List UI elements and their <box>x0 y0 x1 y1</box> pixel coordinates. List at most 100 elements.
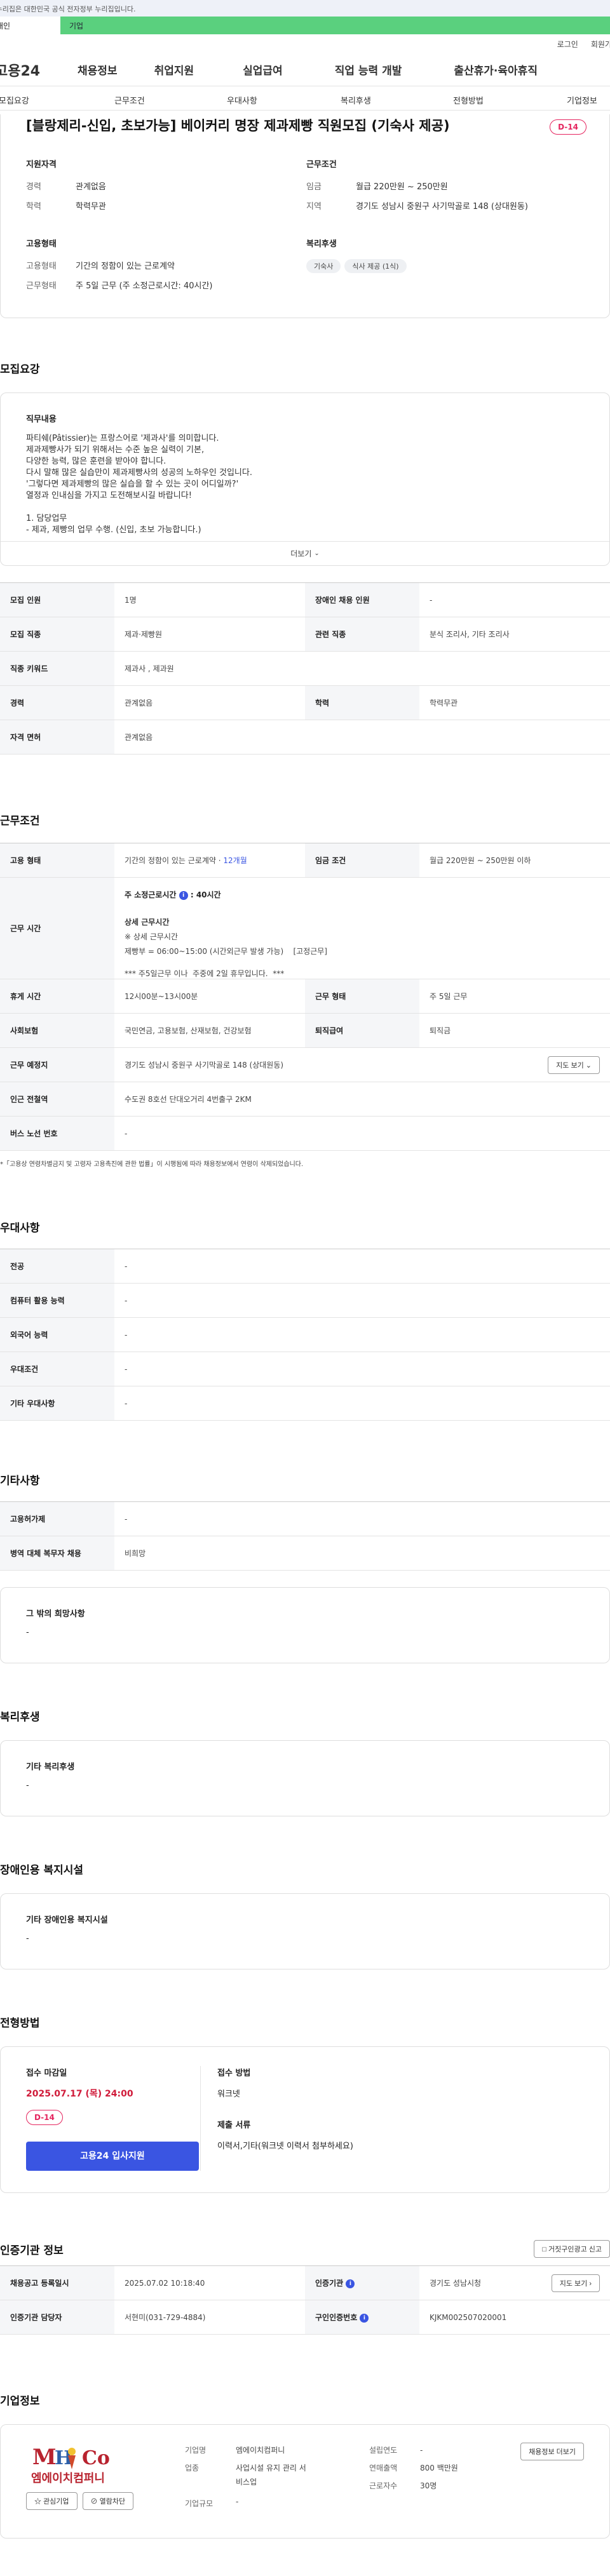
table-row: 인근 전철역 수도권 8호선 단대오거리 4번출구 2KM <box>0 1082 610 1117</box>
job-desc-line: '그렇다면 제과제빵의 많은 실습을 할 수 있는 곳이 어디일까?' <box>26 480 239 489</box>
gnb-item-training[interactable]: 직업 능력 개발 <box>335 62 402 77</box>
table-row: 전공 - <box>0 1249 610 1284</box>
agency-map-button[interactable]: 지도 보기 › <box>551 2274 600 2292</box>
gnb-item-jobs[interactable]: 채용정보 <box>78 62 118 77</box>
apply-button[interactable]: 고용24 입사지원 <box>26 2142 199 2171</box>
others-section: 기타사항 고용허가제 - 병역 대체 복무자 채용 비희망 그 밖의 희망사항 - <box>0 1472 610 1663</box>
region-value: 경기도 성남시 중원구 사기막골로 148 (상대원동) <box>356 202 528 211</box>
tab-personal[interactable]: 개인 <box>0 17 60 34</box>
table-cell: 국민연금, 고용보험, 산재보험, 건강보험 <box>114 1013 305 1048</box>
table-row: 컴퓨터 활용 능력 - <box>0 1283 610 1318</box>
job-desc-line: - 제과, 제빵의 업무 수행. (신입, 초보 가능합니다.) <box>26 525 201 535</box>
disability-value: - <box>26 1934 29 1943</box>
table-cell: - <box>114 1116 610 1151</box>
chevron-right-icon: › <box>589 2279 592 2288</box>
table-row: 버스 노선 번호 - <box>0 1116 610 1151</box>
company-jobs-button[interactable]: 채용정보 더보기 <box>520 2443 584 2460</box>
table-cell: 관계없음 <box>114 720 610 755</box>
report-button[interactable]: □ 거짓구인광고 신고 <box>534 2240 610 2258</box>
auth-title: 인증기관 정보 <box>0 2244 64 2257</box>
global-nav: 고용24 채용정보 취업지원 실업급여 직업 능력 개발 출산휴가·육아휴직 <box>0 53 610 86</box>
more-label: 더보기 <box>290 549 312 558</box>
section-nav: 모집요강 근무조건 우대사항 복리후생 전형방법 기업정보 <box>0 86 610 111</box>
subnav-conditions[interactable]: 근무조건 <box>114 94 145 106</box>
gnb-item-leave[interactable]: 출산휴가·육아휴직 <box>454 62 538 77</box>
table-header-cell: 근무 형태 <box>305 979 419 1014</box>
table-header-cell: 관련 직종 <box>305 617 419 652</box>
sales-label: 연매출액 <box>369 2464 398 2472</box>
table-row: 기타 우대사항 - <box>0 1386 610 1421</box>
gnb-item-support[interactable]: 취업지원 <box>154 62 194 77</box>
table-header-cell: 퇴직급여 <box>305 1013 419 1048</box>
subnav-recruit[interactable]: 모집요강 <box>0 94 29 106</box>
block-company-button[interactable]: ⊘ 열람차단 <box>82 2492 134 2510</box>
more-button[interactable]: 더보기 ⌄ <box>1 541 609 565</box>
table-header-cell: 경력 <box>0 685 114 720</box>
table-row: 경력 관계없음 학력 학력무관 <box>0 685 610 720</box>
login-link[interactable]: 로그인 <box>557 39 578 50</box>
scale-label: 기업규모 <box>185 2499 214 2508</box>
table-header-cell: 모집 직종 <box>0 617 114 652</box>
workers-value: 30명 <box>420 2481 437 2490</box>
help-icon[interactable]: i <box>360 2313 369 2323</box>
table-cell: 관계없음 <box>114 685 305 720</box>
table-header-cell: 학력 <box>305 685 419 720</box>
help-icon[interactable]: i <box>179 890 188 900</box>
report-icon: □ <box>542 2246 546 2253</box>
deadline-value: 2025.07.17 (목) 24:00 <box>26 2089 133 2099</box>
subnav-process[interactable]: 전형방법 <box>453 94 484 106</box>
recruit-section: 모집요강 직무내용 파티쉐(Pâtissier)는 프랑스어로 '제과사'를 의… <box>0 360 610 755</box>
wage-value: 월급 220만원 ~ 250만원 <box>356 182 448 192</box>
table-header-cell: 사회보험 <box>0 1013 114 1048</box>
subnav-welfare[interactable]: 복리후생 <box>341 94 371 106</box>
job-desc-line <box>26 502 584 513</box>
emp-months: 12개월 <box>223 856 247 865</box>
auth-section: 인증기관 정보 □ 거짓구인광고 신고 채용공고 등록일시 2025.07.02… <box>0 2240 610 2335</box>
table-row: 모집 직종 제과·제빵원 관련 직종 분식 조리사, 기타 조리사 <box>0 617 610 652</box>
report-button-label: 거짓구인광고 신고 <box>548 2246 602 2253</box>
extra-value: - <box>26 1628 29 1637</box>
table-row: 모집 인원 1명 장애인 채용 인원 - <box>0 582 610 617</box>
hours-detail-title: 상세 근무시간 <box>125 918 170 927</box>
table-header-cell: 채용공고 등록일시 <box>0 2265 114 2300</box>
table-header-cell: 인근 전철역 <box>0 1082 114 1117</box>
table-cell: 학력무관 <box>419 685 610 720</box>
table-row: 우대조건 - <box>0 1352 610 1386</box>
employment-heading: 고용형태 <box>26 239 57 249</box>
extra-label: 그 밖의 희망사항 <box>26 1609 85 1619</box>
table-cell: 퇴직금 <box>419 1013 610 1048</box>
hours-standard-value: : 40시간 <box>190 890 221 899</box>
job-desc-line: 제과제빵사가 되기 위해서는 수준 높은 실력이 기본, <box>26 445 205 455</box>
conditions-heading: 근무조건 <box>306 160 337 170</box>
favorite-company-button[interactable]: ☆ 관심기업 <box>26 2492 78 2510</box>
table-row: 사회보험 국민연금, 고용보험, 산재보험, 건강보험 퇴직급여 퇴직금 <box>0 1013 610 1048</box>
table-row: 직종 키워드 제과사 , 제과원 <box>0 651 610 686</box>
agency-label: 인증기관 <box>315 2279 344 2288</box>
user-type-tabs: 개인 기업 <box>0 17 610 34</box>
extra-card: 그 밖의 희망사항 - <box>0 1587 610 1663</box>
job-desc-line: 다시 말해 많은 실습만이 제과제빵사의 성공의 노하우인 것입니다. <box>26 468 252 478</box>
work-section: 근무조건 고용 형태 기간의 정함이 있는 근로계약 · 12개월 임금 조건 … <box>0 812 610 1168</box>
table-cell: - <box>114 1249 610 1284</box>
sales-value: 800 백만원 <box>420 2464 458 2472</box>
table-header-cell: 인증기관 i <box>305 2265 419 2300</box>
subnav-company[interactable]: 기업정보 <box>567 94 597 106</box>
recruit-title: 모집요강 <box>0 363 40 376</box>
map-button[interactable]: 지도 보기 ⌄ <box>548 1056 600 1074</box>
gnb-item-benefit[interactable]: 실업급여 <box>243 62 283 77</box>
table-header-cell: 기타 우대사항 <box>0 1386 114 1421</box>
table-cell: 수도권 8호선 단대오거리 4번출구 2KM <box>114 1082 610 1117</box>
help-icon[interactable]: i <box>346 2279 355 2288</box>
job-desc-line: 1. 담당업무 <box>26 514 67 523</box>
company-title: 기업정보 <box>0 2395 40 2408</box>
site-logo[interactable]: 고용24 <box>0 60 78 80</box>
table-cell: 분식 조리사, 기타 조리사 <box>419 617 610 652</box>
welfare-chip: 식사 제공 (1식) <box>344 259 407 273</box>
table-header-cell: 고용 형태 <box>0 843 114 878</box>
signup-link[interactable]: 회원가입 <box>591 39 610 50</box>
location-value: 경기도 성남시 중원구 사기막골로 148 (상대원동) <box>125 1061 284 1070</box>
welfare-card: 기타 복리후생 - <box>0 1740 610 1816</box>
subnav-prefer[interactable]: 우대사항 <box>227 94 257 106</box>
welfare-heading: 복리후생 <box>306 239 337 249</box>
tab-company[interactable]: 기업 <box>60 17 610 34</box>
